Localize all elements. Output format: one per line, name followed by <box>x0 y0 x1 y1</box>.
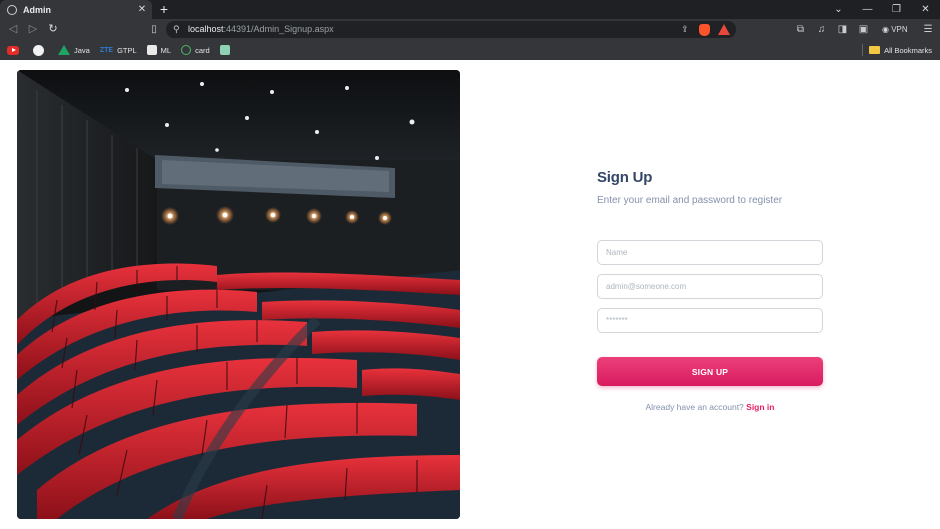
reload-icon[interactable]: ↻ <box>45 22 61 37</box>
bookmark-icon <box>219 45 230 55</box>
ml-icon <box>146 45 157 55</box>
restore-icon[interactable]: ❐ <box>882 4 911 15</box>
globe-icon <box>7 4 17 15</box>
form-subtitle: Enter your email and password to registe… <box>597 195 783 206</box>
back-icon[interactable]: ◁ <box>5 22 21 37</box>
all-bookmarks-button[interactable]: All Bookmarks <box>869 43 932 57</box>
bookmark-gtpl[interactable]: ZTE GTPL <box>100 46 137 55</box>
extensions-icon[interactable]: ⧉ <box>790 22 811 37</box>
password-input[interactable] <box>597 308 823 333</box>
tab-title: Admin <box>23 4 51 15</box>
signin-prompt: Already have an account? Sign in <box>597 402 823 412</box>
media-icon[interactable]: ♫ <box>811 22 832 37</box>
browser-tab-admin[interactable]: Admin ✕ <box>0 0 152 19</box>
signin-prompt-text: Already have an account? <box>645 402 747 412</box>
close-tab-icon[interactable]: ✕ <box>135 4 149 15</box>
address-bar[interactable]: ⚲ localhost:44391/Admin_Signup.aspx ⇪ <box>166 21 736 38</box>
page-content: Sign Up Enter your email and password to… <box>0 61 940 529</box>
folder-icon <box>869 46 881 54</box>
brave-shields-icon[interactable] <box>699 23 710 36</box>
youtube-icon <box>7 45 19 55</box>
menu-icon[interactable]: ☰ <box>918 22 939 37</box>
bookmarks-separator <box>862 44 863 56</box>
bookmark-java[interactable]: Java <box>58 45 90 55</box>
sidebar-icon[interactable]: ◨ <box>832 22 853 37</box>
bookmark-youtube[interactable] <box>7 45 23 55</box>
bookmark-github[interactable] <box>33 44 48 56</box>
form-title: Sign Up <box>597 169 653 186</box>
cinema-auditorium-illustration <box>17 70 460 519</box>
url-text[interactable]: localhost:44391/Admin_Signup.aspx <box>188 21 334 38</box>
name-input[interactable] <box>597 240 823 265</box>
bookmark-card[interactable]: card <box>181 45 210 55</box>
email-input[interactable] <box>597 274 823 299</box>
vpn-button[interactable]: ◉ VPN <box>882 22 908 37</box>
signup-form: Sign Up Enter your email and password to… <box>597 169 823 412</box>
card-icon <box>181 45 192 55</box>
close-window-icon[interactable]: ✕ <box>911 4 940 15</box>
signup-button[interactable]: SIGN UP <box>597 357 823 386</box>
bookmarks-bar: Java ZTE GTPL ML card All Bookmarks <box>0 40 940 60</box>
share-icon[interactable]: ⇪ <box>679 23 691 36</box>
site-info-icon[interactable]: ⚲ <box>173 21 180 38</box>
browser-toolbar: ◁ ▷ ↻ ▯ ⚲ localhost:44391/Admin_Signup.a… <box>0 19 940 40</box>
minimize-icon[interactable]: — <box>853 4 882 15</box>
bookmark-ml[interactable]: ML <box>146 45 171 55</box>
signin-link[interactable]: Sign in <box>746 402 774 412</box>
zte-icon: ZTE <box>99 46 114 54</box>
wallet-icon[interactable]: ▣ <box>853 22 874 37</box>
github-icon <box>33 44 44 56</box>
bookmark-page-icon[interactable]: ▯ <box>147 22 161 37</box>
cinema-hero-image <box>17 70 460 519</box>
google-drive-icon <box>58 45 70 55</box>
tab-search-icon[interactable]: ⌄ <box>824 4 853 15</box>
browser-titlebar: Admin ✕ + ⌄ — ❐ ✕ <box>0 0 940 19</box>
window-controls: ⌄ — ❐ ✕ <box>824 0 940 19</box>
brave-rewards-icon[interactable] <box>718 24 730 35</box>
forward-icon[interactable]: ▷ <box>25 22 41 37</box>
new-tab-button[interactable]: + <box>158 1 170 17</box>
bookmark-extra[interactable] <box>219 45 234 55</box>
